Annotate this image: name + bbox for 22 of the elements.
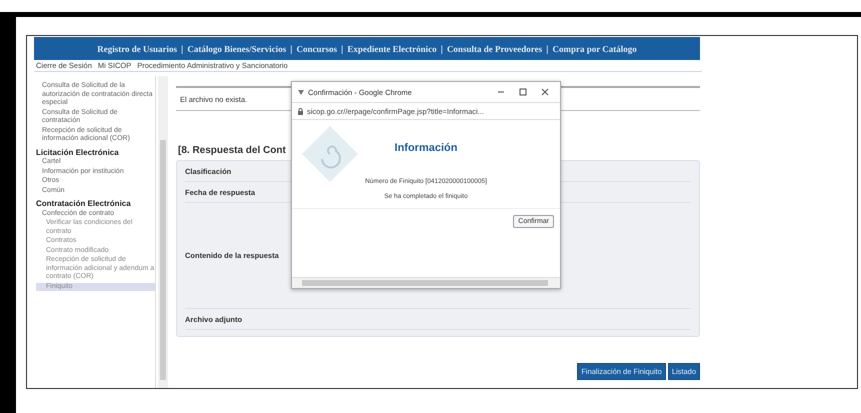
nav-separator: | xyxy=(440,44,443,54)
dropdown-icon xyxy=(298,90,304,94)
nav-link[interactable]: Compra por Catálogo xyxy=(552,44,637,54)
lock-icon xyxy=(298,108,303,114)
horizontal-scrollbar[interactable] xyxy=(292,277,560,288)
swirl-logo-icon xyxy=(300,124,360,184)
dialog-heading: Información xyxy=(394,142,458,154)
section-title: [8. Respuesta del Cont xyxy=(178,145,286,156)
scrollbar[interactable] xyxy=(158,76,168,388)
nav-separator: | xyxy=(181,44,184,54)
nav-separator: | xyxy=(341,44,344,54)
sidebar-section[interactable]: Contratación Electrónica xyxy=(36,200,155,208)
close-icon[interactable] xyxy=(541,88,549,96)
maximize-icon[interactable] xyxy=(519,88,527,96)
nav-link[interactable]: Consulta de Proveedores xyxy=(446,44,542,54)
nav-separator: | xyxy=(546,44,548,54)
nav-separator: | xyxy=(290,44,292,54)
nav-link[interactable]: Concursos xyxy=(296,44,337,54)
nav-link[interactable]: Registro de Usuarios xyxy=(97,44,178,54)
nav-link[interactable]: Catálogo Bienes/Servicios xyxy=(187,44,286,54)
nav-link[interactable]: Expediente Electrónico xyxy=(347,44,437,54)
sidebar-section[interactable]: Licitación Electrónica xyxy=(36,148,155,157)
